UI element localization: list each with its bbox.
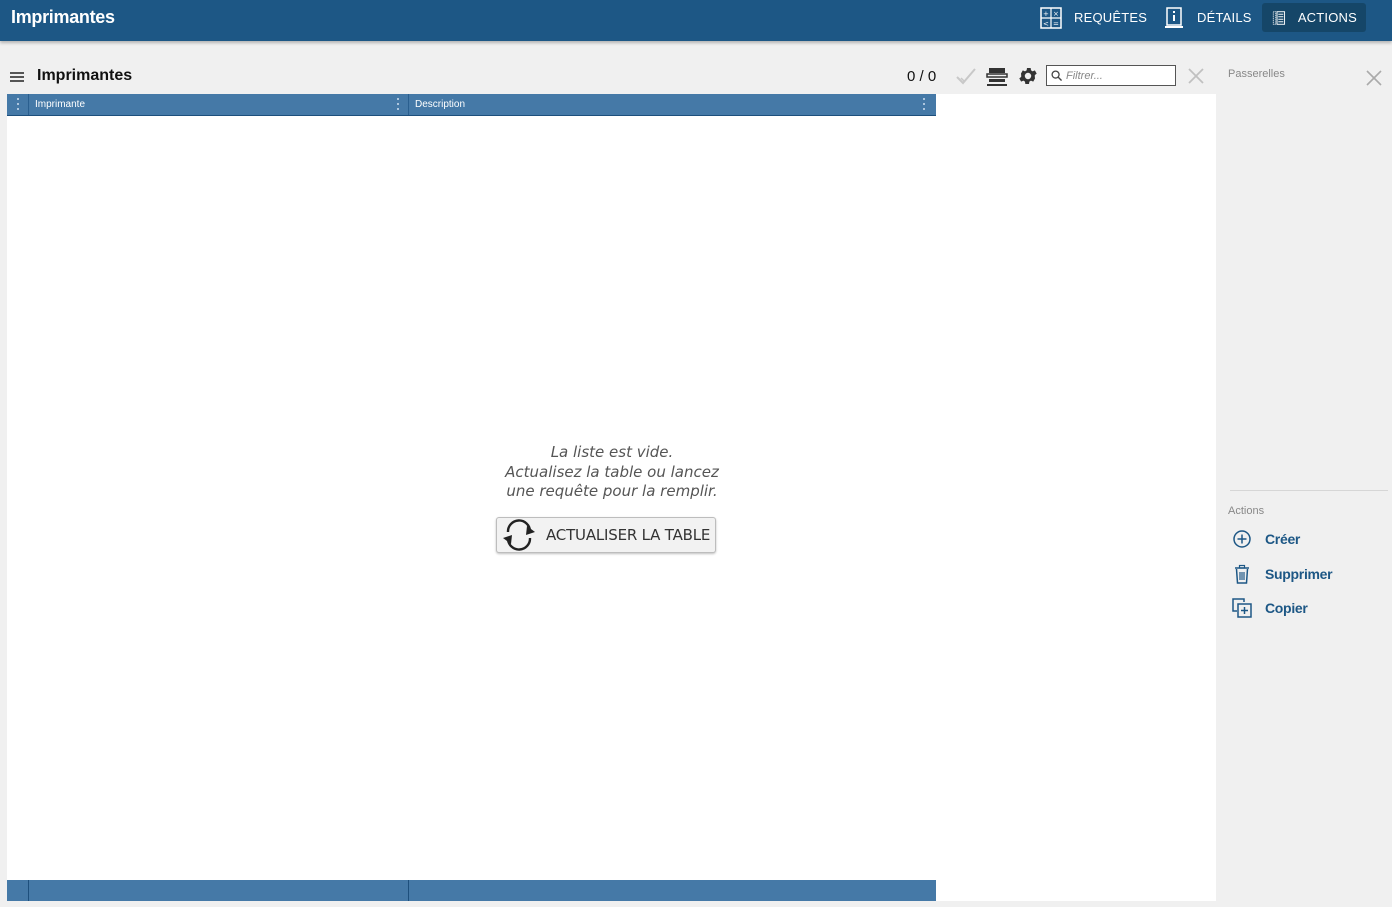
- action-label: Créer: [1265, 531, 1301, 547]
- copy-icon: [1232, 598, 1252, 618]
- filter-input[interactable]: [1066, 69, 1166, 82]
- column-label: Imprimante: [35, 99, 86, 110]
- empty-message-line: une requête pour la remplir.: [506, 482, 718, 500]
- query-icon: + × < =: [1040, 6, 1062, 29]
- check-all-icon[interactable]: [955, 65, 977, 87]
- trash-icon: [1235, 564, 1249, 584]
- action-label: Supprimer: [1265, 566, 1333, 582]
- search-icon: [1051, 70, 1062, 81]
- nav-requetes-button[interactable]: + × < = REQUÊTES: [1030, 3, 1156, 32]
- details-icon: [1165, 6, 1183, 28]
- action-copier[interactable]: Copier: [1231, 596, 1308, 620]
- table-footer: [7, 880, 936, 901]
- action-label: Copier: [1265, 600, 1308, 616]
- refresh-icon: [503, 519, 535, 551]
- nav-requetes-label: REQUÊTES: [1074, 10, 1148, 25]
- gear-icon[interactable]: [1017, 65, 1039, 87]
- side-divider: [1230, 490, 1388, 491]
- column-menu-icon[interactable]: [922, 98, 926, 112]
- column-menu-icon[interactable]: [16, 98, 20, 112]
- empty-list-message: La liste est vide. Actualisez la table o…: [476, 443, 748, 502]
- list-title: Imprimantes: [37, 67, 133, 84]
- nav-actions-label: ACTIONS: [1297, 10, 1357, 25]
- app-title: Imprimantes: [11, 7, 115, 27]
- action-supprimer[interactable]: Supprimer: [1231, 562, 1333, 586]
- svg-text:=: =: [1053, 20, 1059, 28]
- list-icon: [10, 72, 24, 82]
- nav-actions-button[interactable]: ACTIONS: [1262, 3, 1366, 32]
- table-header: Imprimante Description: [7, 94, 936, 116]
- svg-text:×: ×: [1053, 10, 1059, 18]
- actions-section-label: Actions: [1228, 505, 1265, 517]
- svg-text:<: <: [1043, 20, 1049, 28]
- column-menu-icon[interactable]: [396, 98, 400, 112]
- action-creer[interactable]: Créer: [1231, 527, 1300, 551]
- footer-cell: [7, 880, 29, 901]
- nav-details-button[interactable]: DÉTAILS: [1153, 3, 1261, 32]
- top-bar: Imprimantes + × < = REQUÊTES DÉTAILS ACT…: [0, 0, 1392, 41]
- empty-message-line: Actualisez la table ou lancez: [505, 462, 719, 481]
- svg-text:+: +: [1043, 10, 1049, 18]
- column-header-imprimante[interactable]: Imprimante: [29, 94, 409, 115]
- refresh-table-label: ACTUALISER LA TABLE: [546, 526, 711, 544]
- actions-icon: [1272, 10, 1286, 25]
- row-counter: 0 / 0: [907, 68, 937, 85]
- filter-field[interactable]: [1046, 65, 1176, 86]
- nav-details-label: DÉTAILS: [1197, 10, 1252, 25]
- column-header-description[interactable]: Description: [409, 94, 936, 115]
- refresh-table-button[interactable]: ACTUALISER LA TABLE: [496, 517, 716, 553]
- plus-circle-icon: [1233, 530, 1251, 548]
- footer-cell: [29, 880, 409, 901]
- passerelles-label: Passerelles: [1228, 68, 1285, 80]
- empty-message-line: La liste est vide.: [550, 443, 674, 461]
- row-selector-column[interactable]: [7, 94, 29, 115]
- close-list-icon[interactable]: [1186, 66, 1206, 86]
- column-label: Description: [415, 99, 466, 110]
- close-panel-icon[interactable]: [1364, 68, 1384, 88]
- print-layout-icon[interactable]: [986, 65, 1008, 87]
